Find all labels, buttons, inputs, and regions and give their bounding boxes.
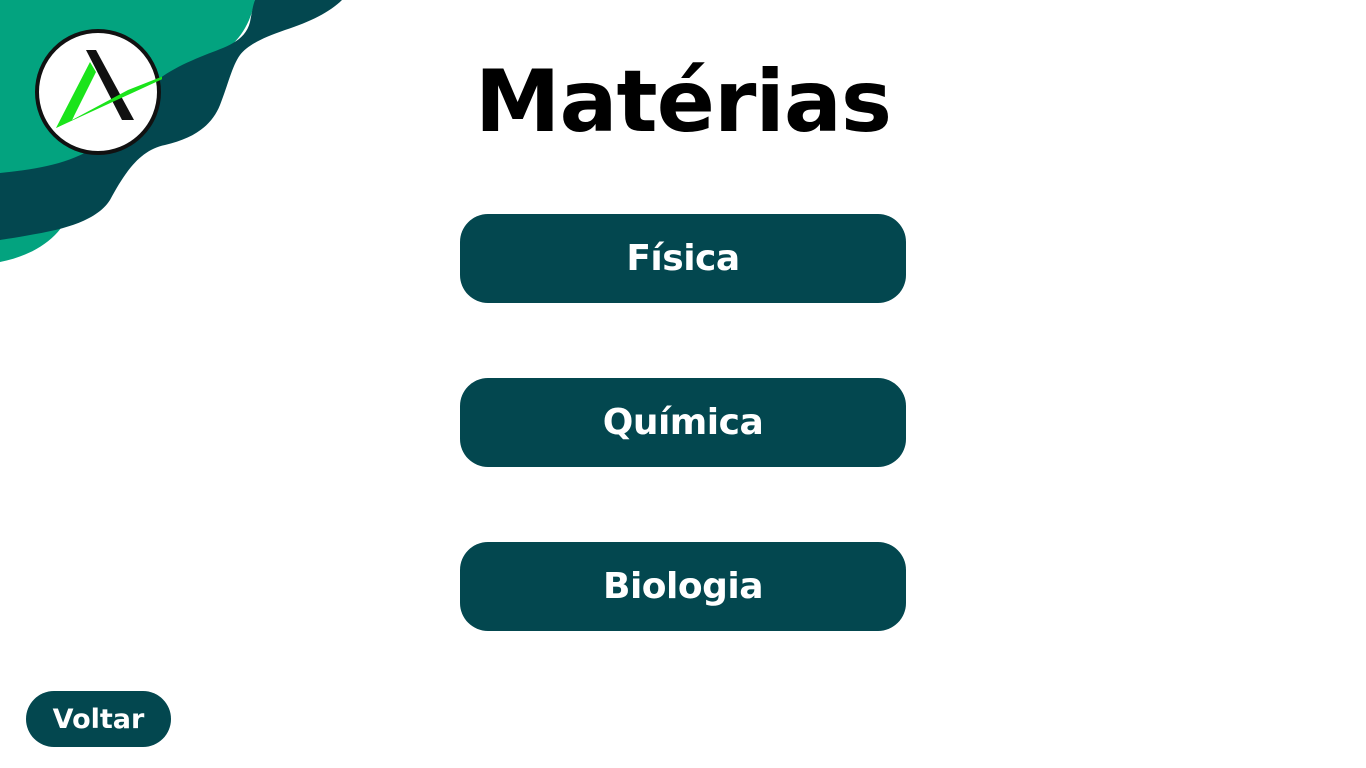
subject-button-quimica[interactable]: Química [460, 378, 906, 467]
subject-button-fisica[interactable]: Física [460, 214, 906, 303]
page-title: Matérias [474, 52, 892, 152]
subject-button-biologia[interactable]: Biologia [460, 542, 906, 631]
back-button[interactable]: Voltar [26, 691, 171, 747]
subject-label-biologia: Biologia [603, 566, 764, 607]
back-button-label: Voltar [52, 703, 145, 735]
subjects-page: Matérias Física Química Biologia Voltar [0, 0, 1366, 768]
subject-label-fisica: Física [626, 238, 740, 279]
subject-label-quimica: Química [602, 402, 764, 443]
